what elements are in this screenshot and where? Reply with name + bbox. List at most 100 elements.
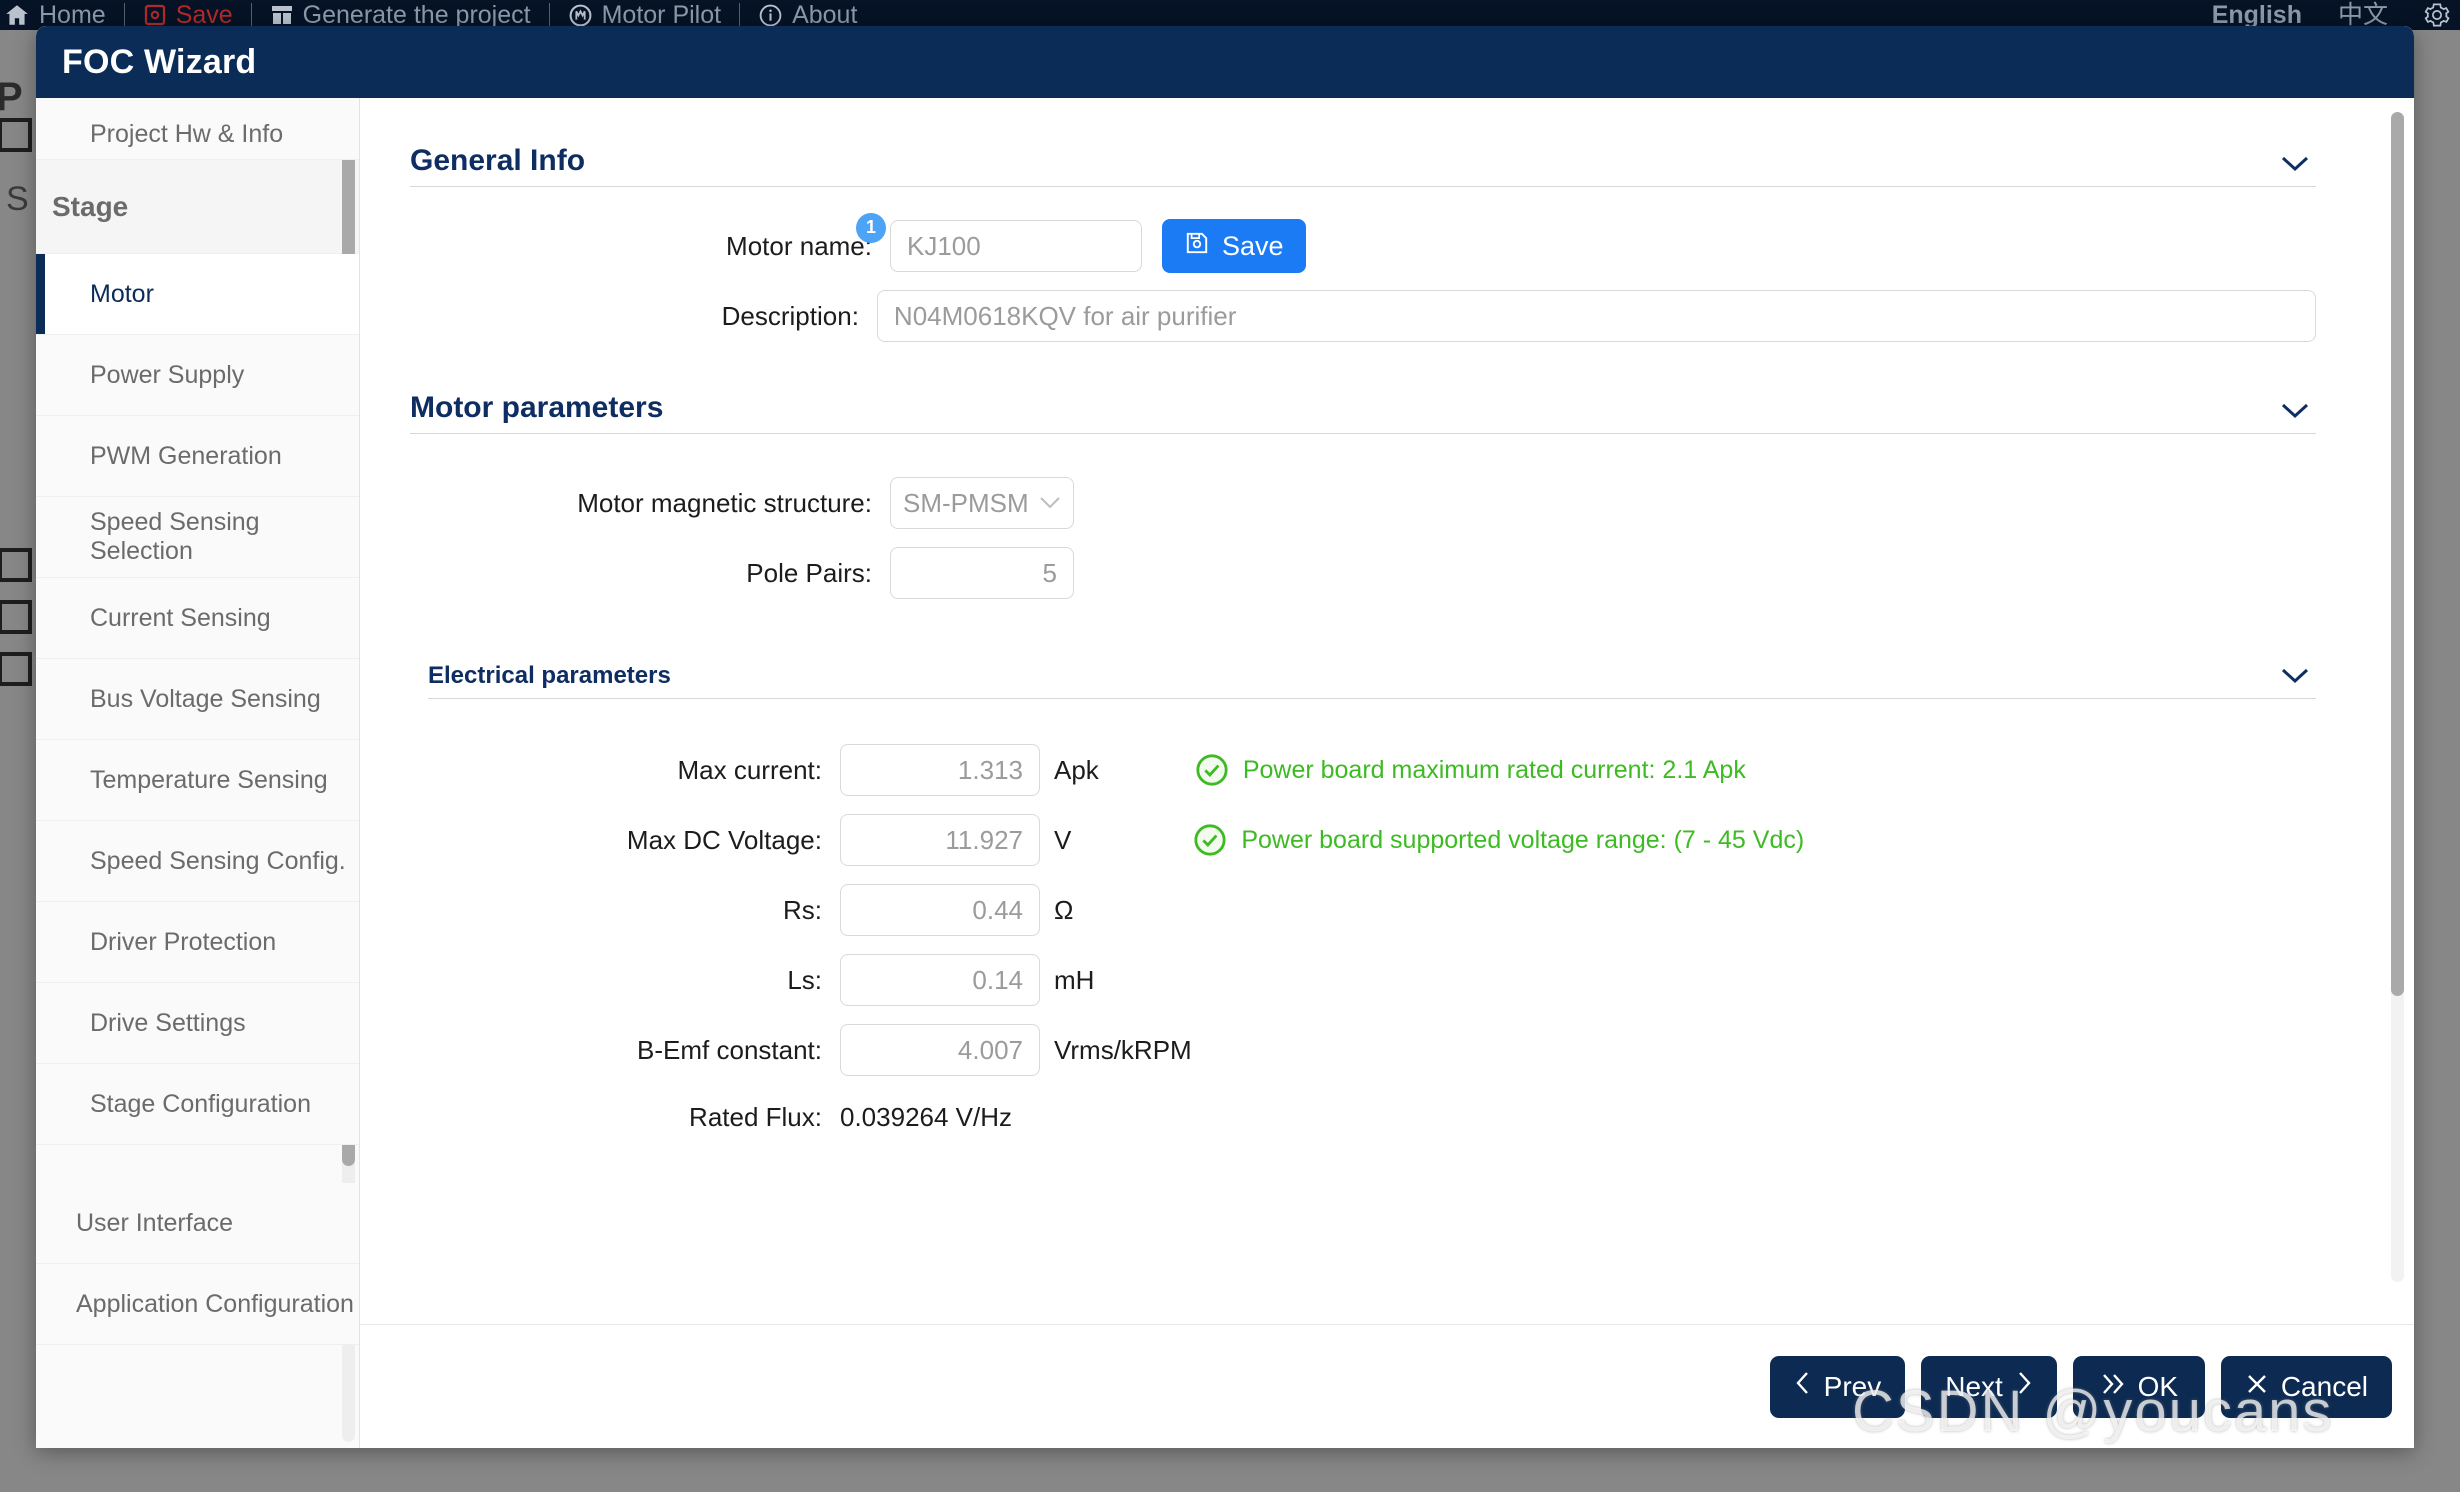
description-label-wrap: Description: — [410, 301, 877, 332]
content-scrollbar-thumb[interactable] — [2391, 112, 2404, 996]
dialog-header: FOC Wizard — [36, 26, 2414, 98]
section-electrical-parameters-header[interactable]: Electrical parameters — [428, 662, 2316, 699]
chevron-left-icon — [1794, 1370, 1812, 1403]
magnetic-structure-select[interactable]: SM-PMSM — [890, 477, 1074, 529]
sidebar-item-stage-configuration[interactable]: Stage Configuration — [36, 1064, 359, 1145]
bemf-constant-value: 4.007 — [957, 1034, 1023, 1065]
sidebar-item-current-sensing[interactable]: Current Sensing — [36, 578, 359, 659]
package-icon — [270, 3, 294, 27]
row-max-current: Max current: 1.313 Apk Power board maxim… — [428, 735, 2316, 805]
max-current-unit: Apk — [1054, 754, 1099, 785]
cancel-button[interactable]: Cancel — [2220, 1355, 2392, 1418]
sidebar-item-driver-protection[interactable]: Driver Protection — [36, 902, 359, 983]
row-motor-name: Motor name: 1 KJ100 Save — [410, 211, 2316, 281]
save-button[interactable]: Save — [1162, 219, 1306, 273]
magnetic-structure-value: SM-PMSM — [903, 487, 1029, 518]
dialog-body: Project Hw & Info Stage Motor Power Supp… — [36, 98, 2414, 1448]
sidebar-item-speed-sensing-config[interactable]: Speed Sensing Config. — [36, 821, 359, 902]
info-icon — [758, 3, 783, 28]
max-dc-voltage-status-label: Power board supported voltage range: (7 … — [1241, 825, 1805, 854]
settings-pane: General Info Motor name: 1 KJ100 Save De… — [360, 98, 2368, 1324]
chevron-down-icon[interactable] — [2280, 397, 2316, 425]
sidebar-item-label: PWM Generation — [90, 441, 282, 470]
sidebar-item-label: Project Hw & Info — [90, 120, 284, 148]
ls-label: Ls: — [787, 964, 822, 995]
sidebar-item-power-supply[interactable]: Power Supply — [36, 335, 359, 416]
bemf-constant-input[interactable]: 4.007 — [840, 1024, 1040, 1076]
menu-item-settings[interactable] — [2406, 0, 2460, 30]
chevron-down-icon[interactable] — [2280, 662, 2316, 690]
section-general-info: General Info Motor name: 1 KJ100 Save De… — [410, 144, 2316, 351]
close-icon — [2245, 1371, 2269, 1403]
sidebar-item-label: Stage Configuration — [90, 1089, 311, 1118]
sidebar-item-motor[interactable]: Motor — [36, 254, 359, 335]
bemf-constant-label-wrap: B-Emf constant: — [428, 1035, 840, 1066]
sidebar-item-pwm-generation[interactable]: PWM Generation — [36, 416, 359, 497]
rs-label-wrap: Rs: — [428, 895, 840, 926]
section-general-info-title: General Info — [410, 144, 586, 177]
ls-value: 0.14 — [972, 964, 1023, 995]
description-input[interactable]: N04M0618KQV for air purifier — [876, 290, 2316, 342]
sidebar-gap — [36, 1145, 359, 1183]
rs-unit: Ω — [1054, 894, 1074, 925]
row-rs: Rs: 0.44 Ω — [428, 875, 2316, 945]
motor-parameters-rows: Motor magnetic structure: SM-PMSM Pole P… — [410, 468, 2316, 608]
row-bemf-constant: B-Emf constant: 4.007 Vrms/kRPM — [428, 1015, 2316, 1085]
motor-name-input[interactable]: KJ100 — [890, 220, 1142, 272]
sidebar-item-user-interface[interactable]: User Interface — [36, 1183, 359, 1264]
max-current-label: Max current: — [677, 754, 823, 785]
chevron-down-icon[interactable] — [2280, 150, 2316, 178]
prev-button[interactable]: Prev — [1769, 1355, 1906, 1418]
bemf-constant-unit: Vrms/kRPM — [1054, 1034, 1192, 1065]
ls-unit: mH — [1054, 964, 1095, 995]
bemf-constant-label: B-Emf constant: — [637, 1034, 822, 1065]
background-checkbox — [0, 652, 32, 686]
save-icon — [1184, 230, 1210, 263]
sidebar-section-label: Stage — [52, 190, 129, 222]
background-text-p: P — [0, 75, 23, 119]
ok-button[interactable]: OK — [2072, 1355, 2205, 1418]
row-rated-flux: Rated Flux: 0.039264 V/Hz — [428, 1085, 2316, 1149]
row-ls: Ls: 0.14 mH — [428, 945, 2316, 1015]
gear-icon — [2424, 2, 2450, 28]
pole-pairs-value: 5 — [1042, 557, 1057, 588]
pole-pairs-label-wrap: Pole Pairs: — [410, 558, 890, 589]
next-button[interactable]: Next — [1921, 1355, 2057, 1418]
ok-button-label: OK — [2137, 1370, 2179, 1402]
background-text-s: S — [6, 180, 29, 218]
description-value: N04M0618KQV for air purifier — [893, 300, 1237, 331]
max-dc-voltage-status: Power board supported voltage range: (7 … — [1193, 823, 1804, 857]
sidebar-item-speed-sensing-selection[interactable]: Speed Sensing Selection — [36, 497, 359, 578]
max-dc-voltage-value: 11.927 — [945, 824, 1023, 855]
sidebar-item-label: Drive Settings — [90, 1008, 246, 1037]
sidebar-item-label: Temperature Sensing — [90, 765, 328, 794]
background-checkbox — [0, 118, 32, 152]
next-button-label: Next — [1945, 1370, 2003, 1402]
rs-input[interactable]: 0.44 — [840, 884, 1040, 936]
electrical-parameters-rows: Max current: 1.313 Apk Power board maxim… — [428, 735, 2316, 1149]
pole-pairs-input[interactable]: 5 — [890, 547, 1074, 599]
max-current-value: 1.313 — [957, 754, 1023, 785]
sidebar-item-drive-settings[interactable]: Drive Settings — [36, 983, 359, 1064]
max-dc-voltage-input[interactable]: 11.927 — [840, 814, 1040, 866]
cancel-button-label: Cancel — [2280, 1370, 2368, 1402]
max-dc-voltage-label-wrap: Max DC Voltage: — [428, 825, 840, 856]
max-dc-voltage-label: Max DC Voltage: — [626, 824, 822, 855]
sidebar-item-application-configuration[interactable]: Application Configuration — [36, 1264, 359, 1345]
sidebar-item-bus-voltage-sensing[interactable]: Bus Voltage Sensing — [36, 659, 359, 740]
sidebar-item-label: User Interface — [76, 1208, 234, 1237]
sidebar-item-label: Speed Sensing Selection — [90, 508, 260, 565]
ls-input[interactable]: 0.14 — [840, 954, 1040, 1006]
prev-button-label: Prev — [1823, 1370, 1882, 1402]
section-motor-parameters-header[interactable]: Motor parameters — [410, 391, 2316, 434]
foc-wizard-dialog: FOC Wizard Project Hw & Info Stage Motor… — [36, 26, 2414, 1448]
sidebar-item-temperature-sensing[interactable]: Temperature Sensing — [36, 740, 359, 821]
sidebar-item-label: Motor — [90, 279, 154, 308]
section-general-info-header[interactable]: General Info — [410, 144, 2316, 187]
sidebar-item-project-hw-info[interactable]: Project Hw & Info — [36, 98, 359, 160]
general-info-rows: Motor name: 1 KJ100 Save Description: N0… — [410, 211, 2316, 351]
max-current-input[interactable]: 1.313 — [840, 744, 1040, 796]
rated-flux-label: Rated Flux: — [689, 1101, 822, 1132]
max-dc-voltage-unit: V — [1054, 824, 1072, 855]
sidebar-item-label: Bus Voltage Sensing — [90, 684, 321, 713]
